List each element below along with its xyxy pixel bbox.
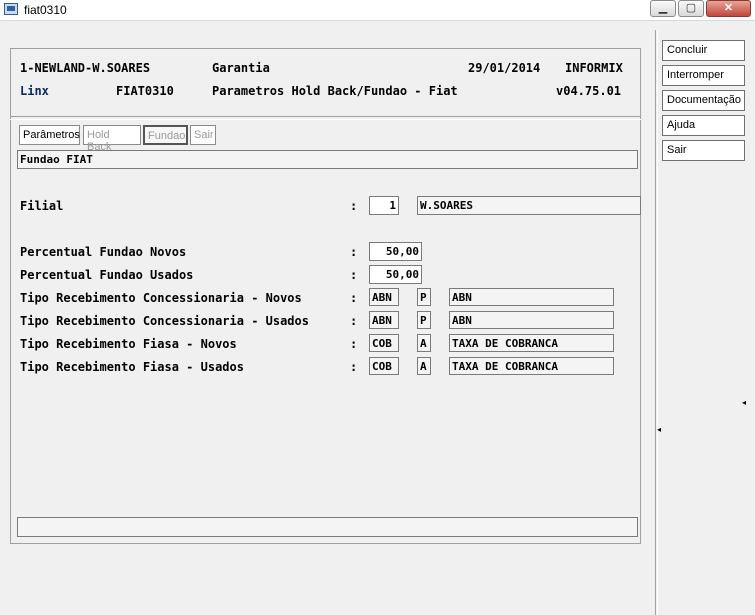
title-bar: fiat0310 ▁ ▢ ✕	[0, 0, 755, 21]
documentacao-button[interactable]: Documentação	[662, 90, 745, 111]
vendor-name: Linx	[20, 84, 49, 98]
right-panel-divider-highlight	[657, 30, 658, 615]
tab-parametros[interactable]: Parâmetros	[19, 125, 80, 145]
tipo-conc-usados-label: Tipo Recebimento Concessionaria - Usados	[20, 314, 309, 328]
program-description: Parametros Hold Back/Fundao - Fiat	[212, 84, 458, 98]
filial-label: Filial	[20, 199, 64, 213]
tipo-conc-novos-colon: :	[350, 291, 358, 305]
right-panel-divider	[655, 30, 656, 615]
section-title: Fundao FIAT	[17, 150, 638, 169]
tipo-conc-usados-flag-field: P	[417, 311, 431, 329]
tipo-conc-usados-colon: :	[350, 314, 358, 328]
tipo-conc-usados-code-input[interactable]: ABN	[369, 311, 399, 329]
perc-usados-colon: :	[350, 268, 358, 282]
scroll-marker-icon: ◂	[742, 398, 747, 407]
perc-usados-input[interactable]: 50,00	[369, 265, 422, 284]
perc-novos-colon: :	[350, 245, 358, 259]
tipo-fiasa-usados-flag-field: A	[417, 357, 431, 375]
program-code: FIAT0310	[116, 84, 174, 98]
header-divider	[10, 116, 641, 120]
tipo-fiasa-usados-label: Tipo Recebimento Fiasa - Usados	[20, 360, 244, 374]
sair-command-button[interactable]: Sair	[662, 140, 745, 161]
concluir-button[interactable]: Concluir	[662, 40, 745, 61]
tipo-fiasa-novos-code-input[interactable]: COB	[369, 334, 399, 352]
tipo-conc-novos-label: Tipo Recebimento Concessionaria - Novos	[20, 291, 302, 305]
tipo-fiasa-novos-flag-field: A	[417, 334, 431, 352]
tipo-fiasa-novos-desc-field: TAXA DE COBRANCA	[449, 334, 614, 352]
tab-fundao[interactable]: Fundao	[143, 125, 188, 145]
filial-name-field: W.SOARES	[417, 196, 641, 215]
tab-hold-back[interactable]: Hold Back	[83, 125, 141, 153]
filial-code-input[interactable]: 1	[369, 196, 399, 215]
tipo-fiasa-usados-colon: :	[350, 360, 358, 374]
tipo-fiasa-usados-code-input[interactable]: COB	[369, 357, 399, 375]
ajuda-button[interactable]: Ajuda	[662, 115, 745, 136]
perc-usados-label: Percentual Fundao Usados	[20, 268, 194, 282]
tipo-fiasa-novos-label: Tipo Recebimento Fiasa - Novos	[20, 337, 237, 351]
interromper-button[interactable]: Interromper	[662, 65, 745, 86]
tipo-conc-novos-code-input[interactable]: ABN	[369, 288, 399, 306]
tipo-conc-novos-flag-field: P	[417, 288, 431, 306]
minimize-button[interactable]: ▁	[650, 0, 676, 17]
app-icon	[4, 3, 18, 15]
company-name: 1-NEWLAND-W.SOARES	[20, 61, 151, 75]
program-version: v04.75.01	[556, 84, 622, 98]
filial-colon: :	[350, 199, 358, 213]
perc-novos-label: Percentual Fundao Novos	[20, 245, 187, 259]
status-bar	[17, 517, 638, 537]
header-date: 29/01/2014	[468, 61, 541, 75]
tipo-fiasa-novos-colon: :	[350, 337, 358, 351]
close-button[interactable]: ✕	[706, 0, 751, 17]
perc-novos-input[interactable]: 50,00	[369, 242, 422, 261]
window-title: fiat0310	[24, 3, 67, 17]
tipo-conc-novos-desc-field: ABN	[449, 288, 614, 306]
resize-arrow-icon: ◂	[657, 425, 662, 434]
database-name: INFORMIX	[565, 61, 623, 75]
tipo-fiasa-usados-desc-field: TAXA DE COBRANCA	[449, 357, 614, 375]
module-name: Garantia	[212, 61, 270, 75]
maximize-button[interactable]: ▢	[678, 0, 704, 17]
tab-sair[interactable]: Sair	[190, 125, 216, 145]
tipo-conc-usados-desc-field: ABN	[449, 311, 614, 329]
